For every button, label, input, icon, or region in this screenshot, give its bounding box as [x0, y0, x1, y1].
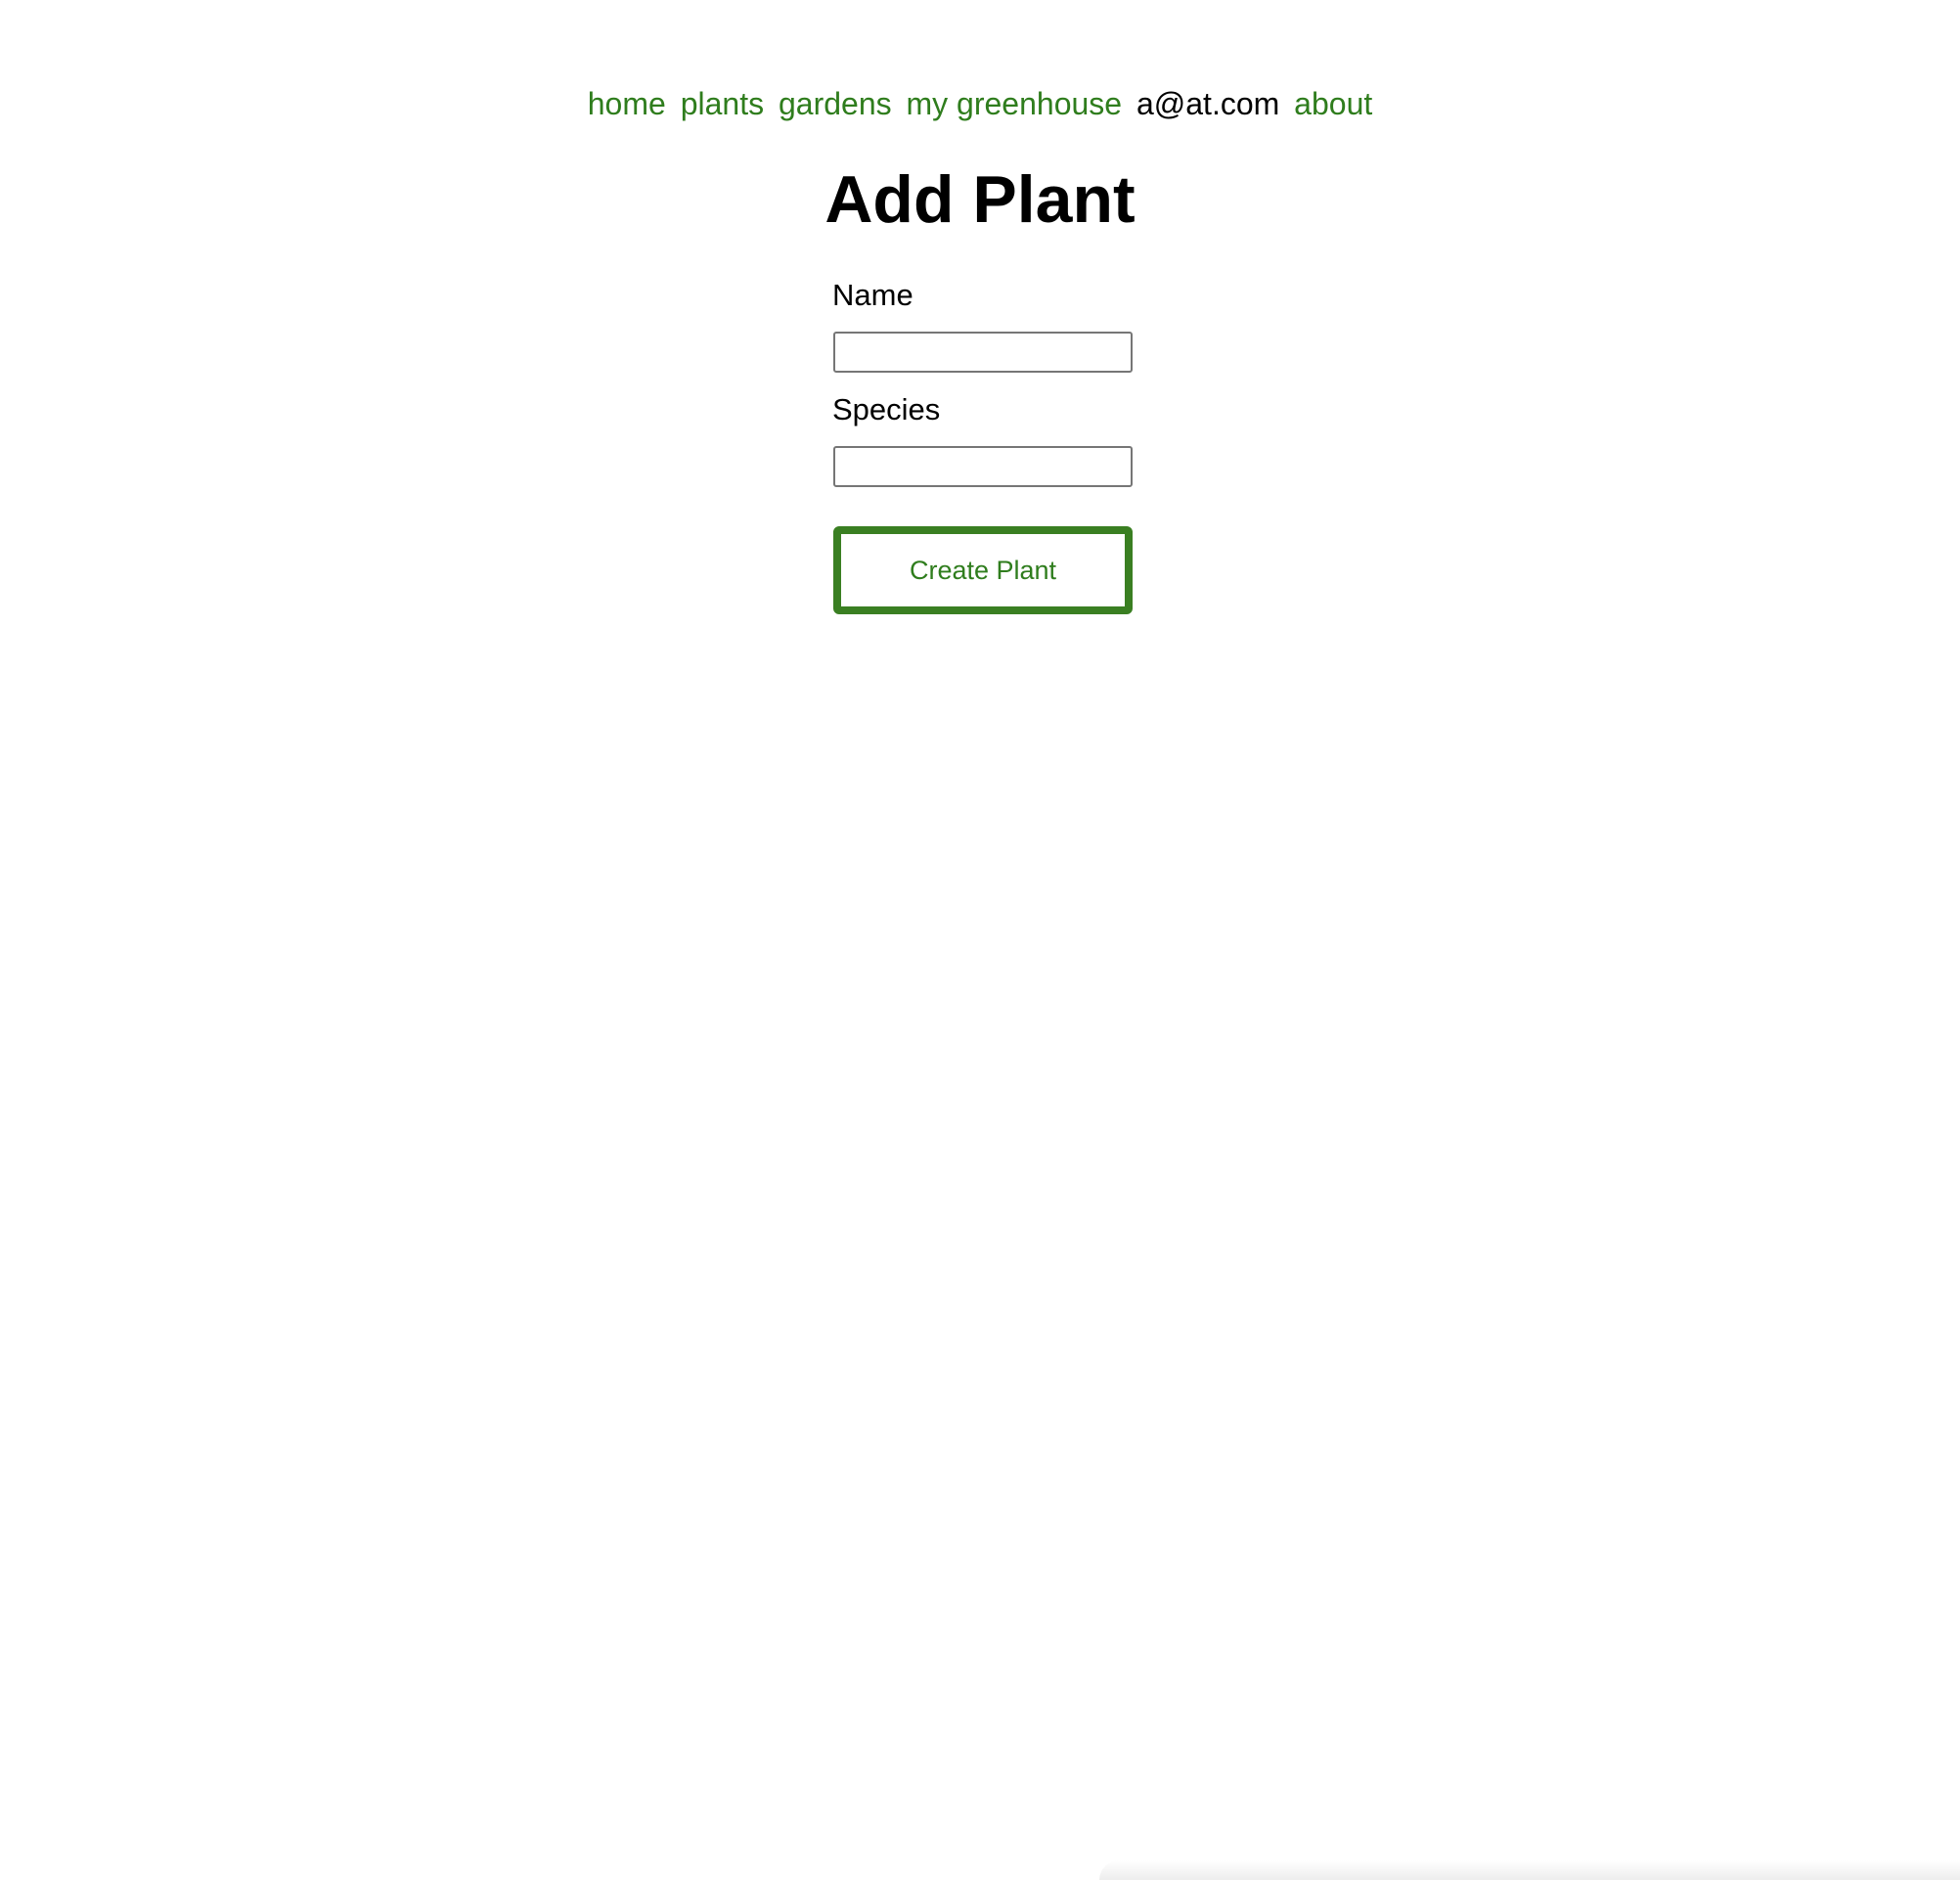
nav-greenhouse-link[interactable]: my greenhouse [907, 86, 1123, 121]
nav-gardens-link[interactable]: gardens [779, 86, 892, 121]
create-plant-button[interactable]: Create Plant [833, 526, 1133, 614]
top-nav: home plants gardens my greenhouse a@at.c… [0, 84, 1960, 123]
name-label: Name [832, 278, 913, 312]
nav-about-link[interactable]: about [1294, 86, 1372, 121]
species-input[interactable] [833, 446, 1133, 487]
add-plant-form: Name Species Create Plant [832, 276, 1133, 614]
name-input[interactable] [833, 332, 1133, 373]
page-title: Add Plant [824, 162, 1136, 237]
user-email: a@at.com [1136, 86, 1280, 121]
window-shadow [1099, 1860, 1960, 1880]
nav-home-link[interactable]: home [588, 86, 666, 121]
nav-plants-link[interactable]: plants [681, 86, 764, 121]
species-label: Species [832, 392, 941, 426]
